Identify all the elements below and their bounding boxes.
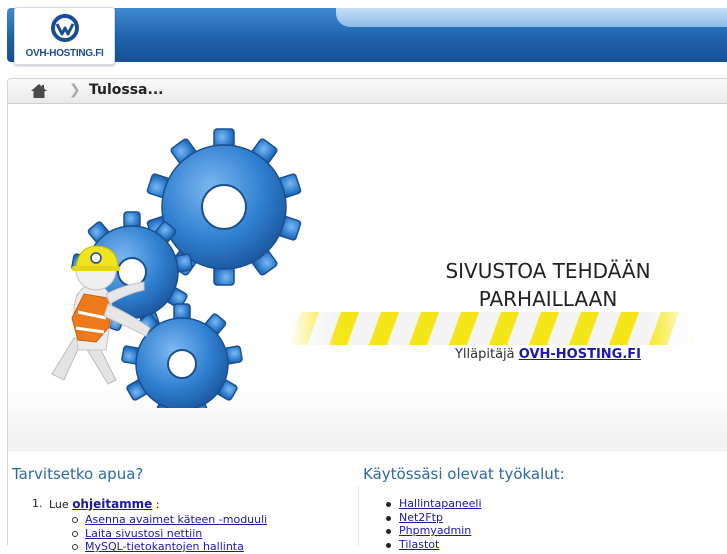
guides-link[interactable]: ohjeitamme — [72, 497, 152, 511]
bullet-icon — [386, 529, 391, 534]
help-link-3[interactable]: MySQL-tietokantojen hallinta — [85, 540, 244, 553]
tool-link-net2ftp[interactable]: Net2Ftp — [399, 511, 443, 524]
circle-bullet-icon — [72, 530, 78, 537]
chevron-right-icon: ❯ — [69, 82, 81, 98]
content-panel: ❯ Tulossa... SIVUSTOA TEHDÄÄN PARHAILLAA… — [7, 78, 727, 553]
logo-text: OVH-HOSTING.FI — [25, 48, 104, 59]
tools-heading: Käytössäsi olevat työkalut: — [363, 465, 565, 483]
tool-link-control-panel[interactable]: Hallintapaneeli — [399, 497, 482, 510]
bullet-icon — [386, 502, 391, 507]
gears-worker-illustration — [51, 128, 302, 408]
hero-section: SIVUSTOA TEHDÄÄN PARHAILLAAN Ylläpitäjä … — [8, 104, 727, 451]
bullet-icon — [386, 542, 391, 548]
lead-suffix: : — [155, 498, 160, 511]
tool-link-statistics[interactable]: Tilastot — [399, 538, 439, 551]
help-link-2[interactable]: Laita sivustosi nettiin — [85, 527, 202, 540]
host-prefix: Ylläpitäjä — [454, 347, 515, 362]
help-link-1[interactable]: Asenna avaimet käteen -moduuli — [85, 513, 267, 526]
ovh-logo-icon — [51, 14, 79, 42]
tool-link-phpmyadmin[interactable]: Phpmyadmin — [399, 524, 471, 537]
bullet-icon — [386, 515, 391, 521]
column-divider — [358, 486, 359, 546]
host-line: Ylläpitäjä OVH-HOSTING.FI — [388, 347, 708, 362]
circle-bullet-icon — [72, 517, 78, 523]
breadcrumb: ❯ Tulossa... — [8, 79, 727, 104]
page-title: Tulossa... — [89, 82, 164, 98]
lead-prefix: Lue — [49, 498, 69, 511]
ovh-logo[interactable]: OVH-HOSTING.FI — [14, 7, 115, 65]
help-lead-text: Lue ohjeitamme : — [49, 497, 160, 511]
lower-section: Tarvitsetko apua? Käytössäsi olevat työk… — [8, 451, 727, 553]
top-header: OVH-HOSTING.FI — [0, 0, 727, 68]
headline-line-2: PARHAILLAAN — [478, 287, 618, 311]
hazard-stripe — [289, 312, 695, 345]
list-number: 1. — [32, 497, 43, 510]
gear-small-icon — [121, 303, 243, 408]
headline-line-1: SIVUSTOA TEHDÄÄN — [445, 259, 651, 283]
headline: SIVUSTOA TEHDÄÄN PARHAILLAAN — [388, 257, 708, 313]
host-link[interactable]: OVH-HOSTING.FI — [519, 347, 641, 362]
header-highlight — [336, 8, 727, 27]
home-icon[interactable] — [31, 84, 47, 98]
help-heading: Tarvitsetko apua? — [12, 465, 144, 483]
